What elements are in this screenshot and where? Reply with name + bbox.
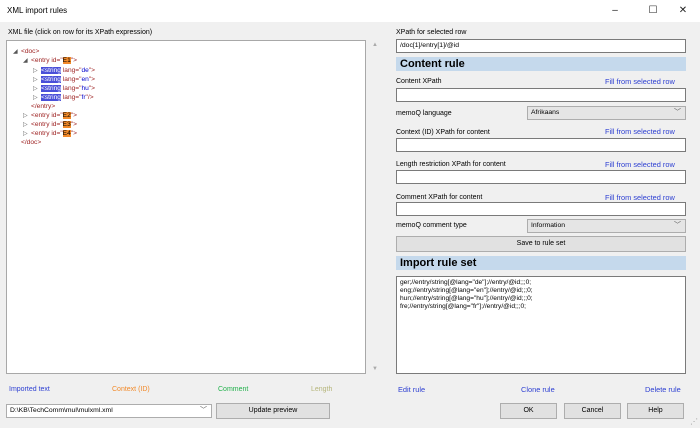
import-rule-set-list[interactable]: ger;//entry/string[@lang="de"];//entry/@… — [396, 276, 686, 374]
save-to-rule-set-button[interactable]: Save to rule set — [396, 236, 686, 252]
chevron-down-icon: ﹀ — [200, 407, 207, 414]
close-button[interactable]: ✕ — [666, 0, 700, 22]
collapse-icon[interactable]: ◢ — [13, 48, 21, 57]
context-xpath-field[interactable] — [396, 138, 686, 152]
xml-file-caption: XML file (click on row for its XPath exp… — [8, 29, 153, 36]
length-xpath-label: Length restriction XPath for content — [396, 161, 506, 168]
memoq-language-select[interactable]: Afrikaans ﹀ — [527, 106, 686, 120]
list-item[interactable]: hun;//entry/string[@lang="hu"];//entry/@… — [400, 295, 682, 303]
imported-highlight: <string — [41, 76, 61, 83]
scroll-down-icon[interactable]: ▼ — [370, 366, 380, 372]
help-button[interactable]: Help — [627, 403, 684, 419]
update-preview-button[interactable]: Update preview — [216, 403, 330, 419]
fill-comment-xpath-link[interactable]: Fill from selected row — [605, 193, 675, 202]
comment-xpath-field[interactable] — [396, 202, 686, 216]
context-highlight: E3 — [62, 121, 71, 128]
minimize-button[interactable]: – — [598, 0, 632, 22]
xml-file-path-combo[interactable]: D:\KB\TechComm\mul\mulxml.xml ﹀ — [6, 404, 212, 418]
scroll-up-icon[interactable]: ▲ — [370, 42, 380, 48]
context-highlight: E1 — [62, 57, 71, 64]
chevron-down-icon: ﹀ — [674, 109, 681, 116]
title-bar: XML import rules – ☐ ✕ — [0, 0, 700, 22]
context-xpath-label: Context (ID) XPath for content — [396, 129, 490, 136]
fill-context-xpath-link[interactable]: Fill from selected row — [605, 127, 675, 136]
edit-rule-link[interactable]: Edit rule — [398, 385, 425, 394]
import-rule-set-heading: Import rule set — [396, 256, 686, 270]
length-xpath-field[interactable] — [396, 170, 686, 184]
xml-tree-view[interactable]: ◢ <doc> ◢ <entry id="E1"> ▷ <string lang="d… — [6, 40, 366, 374]
memoq-language-label: memoQ language — [396, 110, 452, 117]
comment-xpath-label: Comment XPath for content — [396, 194, 483, 201]
legend-imported-text: Imported text — [9, 386, 50, 393]
window-title: XML import rules — [7, 6, 68, 15]
imported-highlight: <string — [41, 85, 61, 92]
content-rule-heading: Content rule — [396, 57, 686, 71]
tree-vertical-scrollbar[interactable]: ▲ ▼ — [370, 40, 380, 374]
content-xpath-label: Content XPath — [396, 78, 442, 85]
content-xpath-field[interactable] — [396, 88, 686, 102]
resize-grip-icon[interactable]: ⋰ — [690, 417, 698, 426]
delete-rule-link[interactable]: Delete rule — [645, 385, 681, 394]
memoq-comment-type-select[interactable]: Information ﹀ — [527, 219, 686, 233]
xpath-selected-row-label: XPath for selected row — [396, 29, 467, 36]
legend-comment: Comment — [218, 386, 249, 393]
fill-length-xpath-link[interactable]: Fill from selected row — [605, 160, 675, 169]
ok-button[interactable]: OK — [500, 403, 557, 419]
imported-highlight: <string — [41, 94, 61, 101]
context-highlight: E4 — [62, 130, 71, 137]
tree-row-entry-close[interactable]: </entry> — [31, 102, 55, 111]
memoq-comment-type-label: memoQ comment type — [396, 222, 467, 229]
xpath-selected-row-field[interactable]: /doc[1]/entry[1]/@id — [396, 39, 686, 53]
tree-row-entry-e1[interactable]: ◢ <entry id="E1"> — [23, 56, 77, 66]
maximize-button[interactable]: ☐ — [636, 0, 670, 22]
list-item[interactable]: eng;//entry/string[@lang="en"];//entry/@… — [400, 287, 682, 295]
list-item[interactable]: fre;//entry/string[@lang="fr"];//entry/@… — [400, 303, 682, 311]
imported-highlight: <string — [41, 67, 61, 74]
legend-length: Length — [311, 386, 333, 393]
chevron-down-icon: ﹀ — [674, 222, 681, 229]
clone-rule-link[interactable]: Clone rule — [521, 385, 555, 394]
tree-row-doc-close[interactable]: </doc> — [21, 138, 41, 147]
collapse-icon[interactable]: ◢ — [23, 57, 31, 66]
list-item[interactable]: ger;//entry/string[@lang="de"];//entry/@… — [400, 279, 682, 287]
context-highlight: E2 — [62, 112, 71, 119]
legend-context-id: Context (ID) — [112, 386, 150, 393]
fill-content-xpath-link[interactable]: Fill from selected row — [605, 77, 675, 86]
cancel-button[interactable]: Cancel — [564, 403, 621, 419]
